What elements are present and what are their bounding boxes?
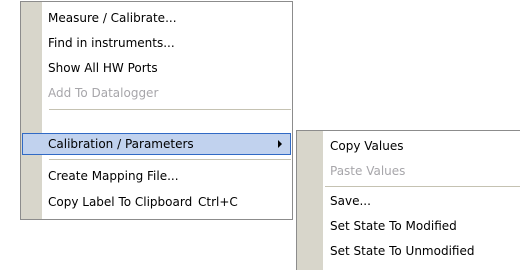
menu-item-copy-values[interactable]: Copy Values (298, 135, 520, 157)
menu-item-label: Find in instruments... (48, 36, 175, 50)
menu-item-label: Copy Label To Clipboard (48, 195, 193, 209)
menu-item-find-in-instruments[interactable]: Find in instruments... (22, 32, 291, 54)
menu-item-show-all-hw-ports[interactable]: Show All HW Ports (22, 57, 291, 79)
menu-item-set-state-to-modified[interactable]: Set State To Modified (298, 215, 520, 237)
menu-item-copy-label-to-clipboard[interactable]: Copy Label To Clipboard Ctrl+C (22, 191, 291, 213)
menu-item-label: Set State To Modified (330, 219, 457, 233)
menu-separator (49, 109, 291, 110)
menu-item-label: Measure / Calibrate... (48, 11, 177, 25)
calibration-parameters-submenu: Copy Values Paste Values Save... Set Sta… (296, 130, 520, 270)
menu-separator (325, 186, 520, 187)
menu-item-measure-calibrate[interactable]: Measure / Calibrate... (22, 7, 291, 29)
menu-item-label: Copy Values (330, 139, 404, 153)
menu-item-save[interactable]: Save... (298, 190, 520, 212)
menu-item-label: Calibration / Parameters (48, 137, 194, 151)
menu-item-label: Paste Values (330, 164, 406, 178)
menu-item-label: Show All HW Ports (48, 61, 158, 75)
menu-item-label: Add To Datalogger (48, 86, 159, 100)
menu-item-label: Set State To Unmodified (330, 244, 475, 258)
context-menu: Measure / Calibrate... Find in instrumen… (20, 1, 293, 220)
submenu-arrow-icon (278, 140, 282, 148)
menu-item-add-to-datalogger: Add To Datalogger (22, 82, 291, 104)
menu-item-label: Create Mapping File... (48, 169, 179, 183)
menu-item-label: Save... (330, 194, 371, 208)
menu-item-set-state-to-unmodified[interactable]: Set State To Unmodified (298, 240, 520, 262)
menu-item-shortcut: Ctrl+C (198, 195, 238, 209)
menu-separator (49, 159, 291, 160)
menu-item-paste-values: Paste Values (298, 160, 520, 182)
menu-item-calibration-parameters[interactable]: Calibration / Parameters (22, 133, 291, 155)
menu-item-create-mapping-file[interactable]: Create Mapping File... (22, 165, 291, 187)
